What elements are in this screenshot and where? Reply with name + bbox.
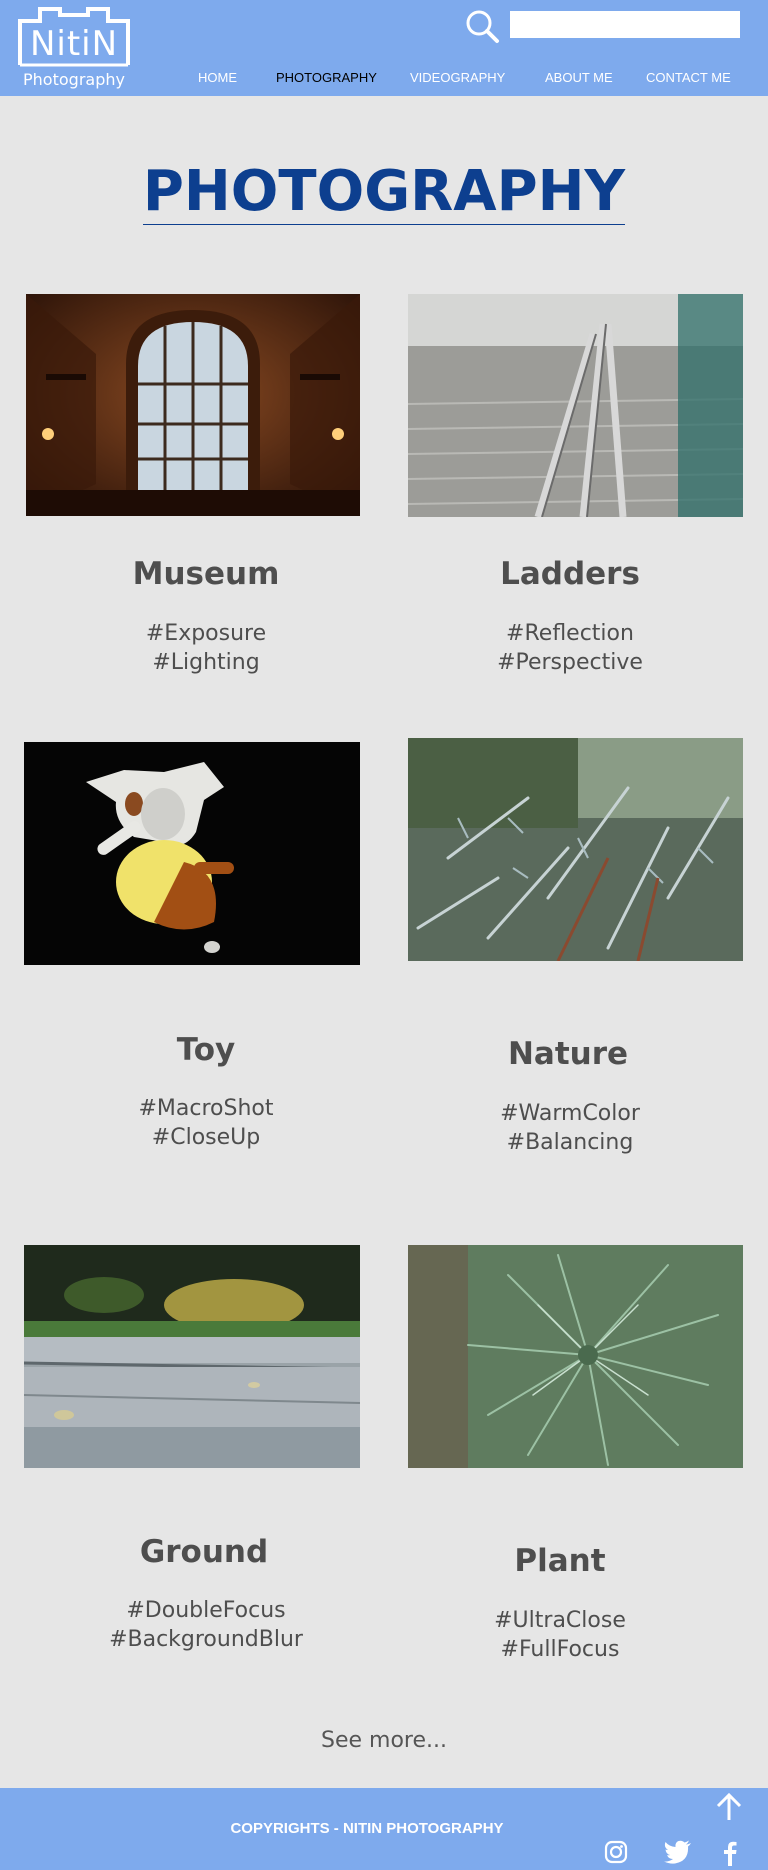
- card-tags-plant: #UltraClose #FullFocus: [390, 1606, 730, 1664]
- tag: #FullFocus: [500, 1637, 620, 1662]
- card-title-ground: Ground: [139, 1534, 269, 1570]
- toy-photo[interactable]: [24, 742, 360, 965]
- card-tags-nature: #WarmColor #Balancing: [400, 1099, 740, 1157]
- ground-photo[interactable]: [24, 1245, 360, 1468]
- card-tags-toy: #MacroShot #CloseUp: [36, 1094, 376, 1152]
- tag: #BackgroundBlur: [109, 1627, 303, 1652]
- site-header: NitiN Photography HOME PHOTOGRAPHY VIDEO…: [0, 0, 768, 96]
- tag: #MacroShot: [138, 1096, 274, 1121]
- card-title-nature: Nature: [507, 1036, 629, 1072]
- ladders-photo[interactable]: [408, 294, 743, 517]
- nav-contact-me[interactable]: CONTACT ME: [646, 70, 731, 85]
- twitter-icon[interactable]: [664, 1840, 692, 1868]
- card-title-plant: Plant: [514, 1543, 606, 1579]
- page-title: PHOTOGRAPHY: [142, 159, 626, 225]
- museum-photo[interactable]: [26, 294, 360, 516]
- site-footer: COPYRIGHTS - NITIN PHOTOGRAPHY: [0, 1788, 768, 1870]
- nav-videography[interactable]: VIDEOGRAPHY: [410, 70, 505, 85]
- card-title-museum: Museum: [132, 556, 280, 592]
- nature-photo[interactable]: [408, 738, 743, 961]
- nav-home[interactable]: HOME: [198, 70, 237, 85]
- see-more-link[interactable]: See more...: [0, 1728, 768, 1753]
- tag: #DoubleFocus: [126, 1598, 286, 1623]
- card-tags-ladders: #Reflection #Perspective: [400, 619, 740, 677]
- plant-photo[interactable]: [408, 1245, 743, 1468]
- card-title-ladders: Ladders: [500, 556, 640, 592]
- card-tags-museum: #Exposure #Lighting: [36, 619, 376, 677]
- tag: #Perspective: [497, 650, 643, 675]
- tag: #CloseUp: [151, 1125, 261, 1150]
- tag: #UltraClose: [494, 1608, 626, 1633]
- tag: #Balancing: [506, 1130, 634, 1155]
- tag: #WarmColor: [500, 1101, 640, 1126]
- card-tags-ground: #DoubleFocus #BackgroundBlur: [36, 1596, 376, 1654]
- copyright-text: COPYRIGHTS - NITIN PHOTOGRAPHY: [230, 1820, 504, 1837]
- tag: #Reflection: [506, 621, 634, 646]
- search-icon[interactable]: [464, 8, 500, 44]
- nav-photography[interactable]: PHOTOGRAPHY: [276, 70, 377, 85]
- logo-wordmark: NitiN: [29, 24, 119, 64]
- card-title-toy: Toy: [176, 1032, 236, 1068]
- facebook-icon[interactable]: [722, 1840, 738, 1870]
- instagram-icon[interactable]: [604, 1840, 628, 1868]
- arrow-up-icon[interactable]: [714, 1792, 744, 1826]
- tag: #Lighting: [152, 650, 260, 675]
- nav-about-me[interactable]: ABOUT ME: [545, 70, 613, 85]
- tag: #Exposure: [145, 621, 267, 646]
- main-nav: HOME PHOTOGRAPHY VIDEOGRAPHY ABOUT ME CO…: [0, 70, 768, 90]
- search-input[interactable]: [510, 11, 740, 38]
